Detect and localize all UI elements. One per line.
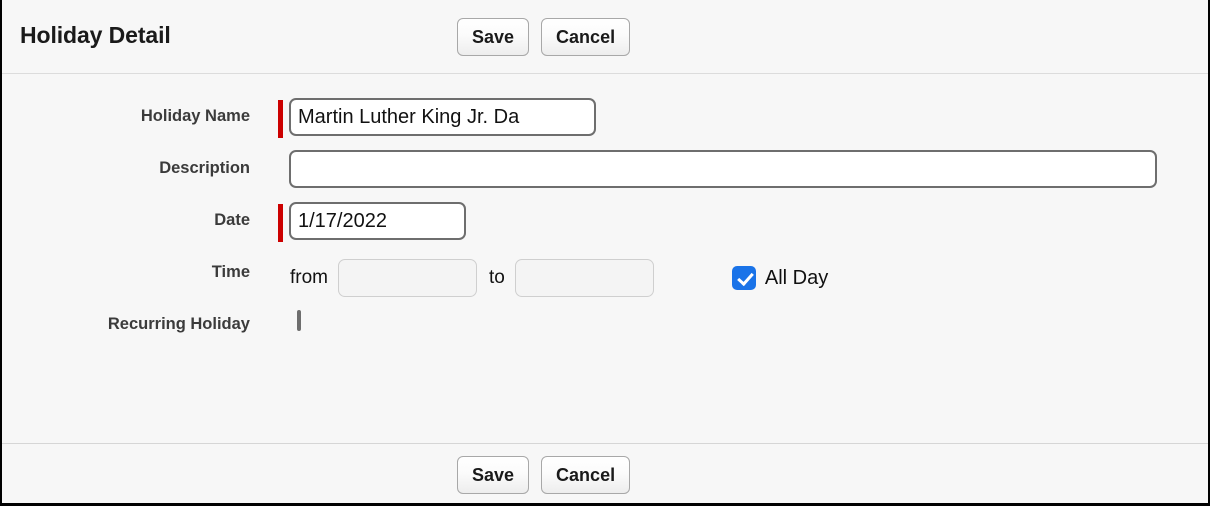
time-to-input[interactable]	[514, 259, 654, 297]
save-button-bottom[interactable]: Save	[457, 456, 530, 494]
time-from-input[interactable]	[338, 259, 477, 297]
cancel-button-top[interactable]: Cancel	[541, 18, 631, 56]
page-header: Holiday Detail Save Cancel	[2, 0, 1208, 74]
all-day-checkbox[interactable]	[731, 266, 756, 290]
page-footer: Save Cancel	[2, 443, 1208, 503]
date-label: Date	[214, 211, 250, 229]
field-row-description: Description	[2, 150, 1208, 198]
description-label: Description	[159, 159, 250, 177]
save-button-top[interactable]: Save	[457, 18, 530, 56]
cancel-button-bottom[interactable]: Cancel	[541, 456, 631, 494]
footer-action-bar: Save Cancel	[457, 456, 631, 494]
recurring-holiday-control	[297, 310, 301, 331]
time-to-label: to	[489, 267, 505, 288]
header-action-bar: Save Cancel	[457, 18, 631, 56]
required-marker-holiday-name	[278, 100, 283, 138]
holiday-name-input[interactable]: Martin Luther King Jr. Da	[289, 98, 596, 136]
time-from-label: from	[290, 267, 328, 288]
time-control: from to All Day	[278, 254, 828, 302]
page-title: Holiday Detail	[20, 22, 171, 48]
field-row-holiday-name: Holiday Name Martin Luther King Jr. Da	[2, 98, 1208, 146]
date-input[interactable]: 1/17/2022	[289, 202, 466, 240]
holiday-detail-page: Holiday Detail Save Cancel Holiday Name …	[0, 0, 1210, 506]
all-day-label: All Day	[764, 266, 829, 289]
description-input[interactable]	[289, 150, 1157, 188]
recurring-holiday-label: Recurring Holiday	[107, 315, 250, 333]
time-label: Time	[211, 263, 250, 281]
recurring-holiday-checkbox[interactable]	[297, 310, 301, 331]
all-day-field[interactable]: All Day	[731, 266, 829, 290]
form-body: Holiday Name Martin Luther King Jr. Da D…	[2, 74, 1208, 443]
field-row-date: Date 1/17/2022	[2, 202, 1208, 250]
field-row-time: Time from to All Day	[2, 254, 1208, 302]
field-row-recurring-holiday: Recurring Holiday	[2, 306, 1208, 354]
holiday-name-label: Holiday Name	[140, 107, 250, 125]
required-marker-date	[278, 204, 283, 242]
